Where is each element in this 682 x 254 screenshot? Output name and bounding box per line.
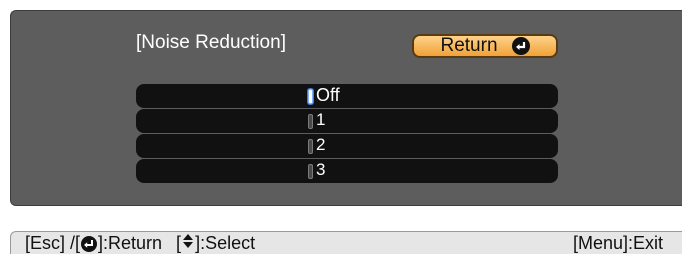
radio-indicator: [308, 139, 313, 154]
return-button-label: Return: [440, 35, 498, 56]
radio-indicator-selected: [308, 89, 313, 104]
updown-icon: [182, 233, 194, 254]
menu-title: [Noise Reduction]: [136, 32, 286, 53]
select-hint: ]:Select: [195, 233, 256, 253]
option-off[interactable]: Off: [136, 84, 558, 108]
option-label: 3: [316, 160, 326, 179]
select-hint-prefix: [: [176, 233, 182, 253]
return-hint: ]:Return: [98, 233, 163, 253]
option-2[interactable]: 2: [136, 134, 558, 158]
option-list: Off 1 2 3: [136, 84, 558, 184]
radio-indicator: [308, 164, 313, 179]
return-button[interactable]: Return: [412, 34, 558, 58]
option-1[interactable]: 1: [136, 109, 558, 133]
enter-icon: [511, 37, 530, 55]
option-label: Off: [316, 85, 340, 105]
enter-icon: [81, 235, 98, 252]
option-label: 1: [316, 110, 326, 129]
exit-hint: [Menu]:Exit: [572, 233, 663, 253]
esc-hint: [Esc] /[: [25, 233, 81, 253]
navigation-help: [Esc] /[ ]:Return [ ]:Select: [25, 233, 255, 254]
radio-indicator: [308, 114, 313, 129]
help-bar: [Esc] /[ ]:Return [ ]:Select [Menu]:Exit: [10, 231, 682, 254]
option-label: 2: [316, 135, 326, 154]
option-3[interactable]: 3: [136, 159, 558, 183]
menu-panel: [Noise Reduction] Return Off 1 2 3: [10, 10, 682, 206]
